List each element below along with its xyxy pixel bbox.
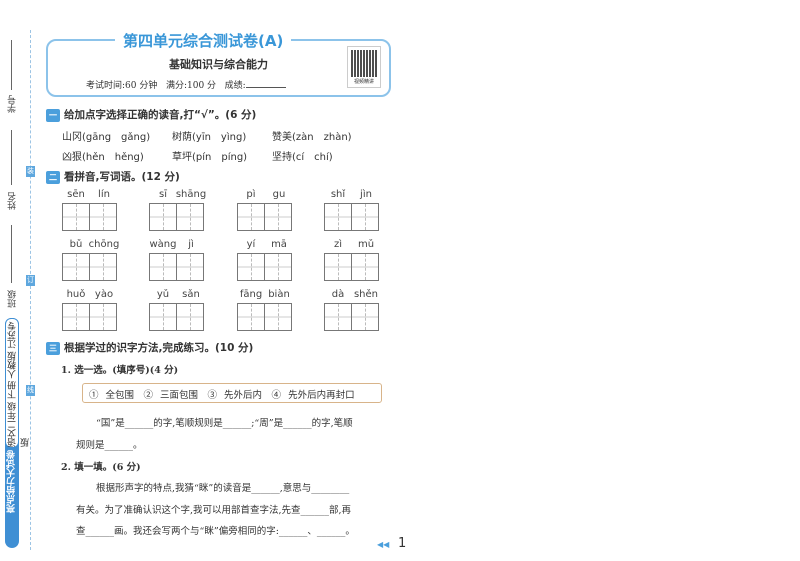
writing-grid[interactable] [237, 303, 292, 331]
class-field[interactable] [11, 225, 12, 283]
qr-caption: 视频精讲 [353, 79, 374, 85]
grid-cell[interactable] [150, 204, 177, 230]
grid-cell[interactable] [238, 304, 265, 330]
writing-grid[interactable] [324, 203, 379, 231]
grid-cell[interactable] [150, 304, 177, 330]
pinyin-label: mǔ [357, 239, 375, 250]
binding-mark: 装 [26, 166, 35, 177]
grid-cell[interactable] [177, 304, 203, 330]
grid-cell[interactable] [63, 204, 90, 230]
student-no-field[interactable] [11, 40, 12, 90]
grid-cell[interactable] [265, 304, 291, 330]
grid-cell[interactable] [238, 254, 265, 280]
pronunciation-item[interactable]: 山冈(gāng gǎng) [62, 128, 150, 143]
writing-grid[interactable] [237, 203, 292, 231]
section-title: 看拼音,写词语。(12 分) [64, 171, 180, 183]
writing-grid[interactable] [62, 203, 117, 231]
pronunciation-item[interactable]: 凶狠(hěn hěng) [62, 148, 144, 163]
grid-cell[interactable] [150, 254, 177, 280]
question-2-line[interactable]: 有关。为了准确认识这个字,我可以用部首查字法,先查______部,再 [76, 502, 351, 516]
grid-cell[interactable] [325, 254, 352, 280]
writing-grid[interactable] [62, 253, 117, 281]
score-field[interactable] [245, 79, 286, 88]
writing-grid[interactable] [149, 253, 204, 281]
section-title: 根据学过的识字方法,完成练习。(10 分) [64, 342, 254, 354]
grid-cell[interactable] [325, 304, 352, 330]
exam-time: 考试时间:60 分钟 [86, 81, 158, 91]
score-label: 成绩: [224, 81, 246, 91]
pronunciation-item[interactable]: 草坪(pín píng) [172, 148, 247, 163]
full-score: 满分:100 分 [165, 81, 217, 91]
grid-cell[interactable] [352, 254, 378, 280]
writing-grid[interactable] [324, 303, 379, 331]
pronunciation-item[interactable]: 坚持(cí chí) [272, 148, 333, 163]
exam-info: 考试时间:60 分钟 满分:100 分 成绩: [86, 78, 286, 91]
writing-grid[interactable] [62, 303, 117, 331]
writing-grid[interactable] [149, 303, 204, 331]
grid-cell[interactable] [90, 204, 116, 230]
question-1-title: 1. 选一选。(填序号)(4 分) [61, 365, 179, 376]
binding-mark: 线 [26, 385, 35, 396]
writing-grid[interactable] [324, 253, 379, 281]
qr-code[interactable]: 视频精讲 [347, 46, 381, 88]
pinyin-label: jìn [360, 189, 372, 200]
question-2-line[interactable]: 根据形声字的特点,我猜“眯”的读音是______,意思与________ [96, 480, 349, 494]
binding-line [30, 30, 31, 550]
section-1-heading: 一给加点字选择正确的读音,打“√”。(6 分) [46, 107, 256, 122]
page-number: 1 [398, 536, 407, 551]
grid-cell[interactable] [90, 254, 116, 280]
options-box: ① 全包围 ② 三面包围 ③ 先外后内 ④ 先外后内再封口 [82, 383, 382, 403]
pinyin-label: mā [271, 239, 287, 250]
grid-cell[interactable] [352, 204, 378, 230]
question-2-title: 2. 填一填。(6 分) [61, 462, 141, 473]
qr-code-image [351, 50, 378, 77]
grid-cell[interactable] [177, 254, 203, 280]
grid-cell[interactable] [352, 304, 378, 330]
binding-mark: 订 [26, 275, 35, 286]
grid-cell[interactable] [63, 254, 90, 280]
book-info: 语文二年级 下册 人教版 江苏专版 [5, 318, 31, 448]
section-number: 三 [46, 341, 60, 355]
brand-logo: 亮点给力大试卷 [7, 450, 17, 513]
pinyin-label: jì [188, 239, 194, 250]
name-field[interactable] [11, 130, 12, 185]
grid-cell[interactable] [265, 204, 291, 230]
pronunciation-item[interactable]: 赞美(zàn zhàn) [272, 128, 352, 143]
question-1-line[interactable]: 规则是______。 [76, 437, 143, 451]
pinyin-label: shěn [353, 289, 379, 300]
pinyin-label: lín [98, 189, 110, 200]
pinyin-label: gu [272, 189, 286, 200]
page-arrow-icon: ◀◀ [377, 540, 390, 549]
grid-cell[interactable] [177, 204, 203, 230]
pinyin-label: yào [94, 289, 114, 300]
writing-grid[interactable] [149, 203, 204, 231]
pinyin-label: sǎn [182, 289, 200, 300]
section-2-heading: 二看拼音,写词语。(12 分) [46, 169, 180, 184]
name-label: 姓名 [8, 192, 18, 210]
pronunciation-item[interactable]: 树荫(yīn yìng) [172, 128, 246, 143]
section-number: 二 [46, 170, 60, 184]
question-1-line[interactable]: “国”是______的字,笔顺规则是______;“周”是______的字,笔顺 [96, 415, 353, 429]
student-no-label: 学号 [8, 95, 18, 113]
grid-cell[interactable] [325, 204, 352, 230]
pinyin-label: biàn [268, 289, 290, 300]
subtitle: 基础知识与综合能力 [169, 58, 268, 71]
grid-cell[interactable] [90, 304, 116, 330]
section-3-heading: 三根据学过的识字方法,完成练习。(10 分) [46, 340, 253, 355]
section-number: 一 [46, 108, 60, 122]
section-title: 给加点字选择正确的读音,打“√”。(6 分) [64, 109, 257, 121]
pinyin-label: chōng [88, 239, 120, 250]
page-title: 第四单元综合测试卷(A) [115, 30, 292, 51]
grid-cell[interactable] [238, 204, 265, 230]
class-label: 班级 [8, 290, 18, 308]
pinyin-label: shāng [175, 189, 207, 200]
grid-cell[interactable] [63, 304, 90, 330]
writing-grid[interactable] [237, 253, 292, 281]
question-2-line[interactable]: 查______画。我还会写两个与“眯”偏旁相同的字:______、______。 [76, 523, 355, 537]
grid-cell[interactable] [265, 254, 291, 280]
